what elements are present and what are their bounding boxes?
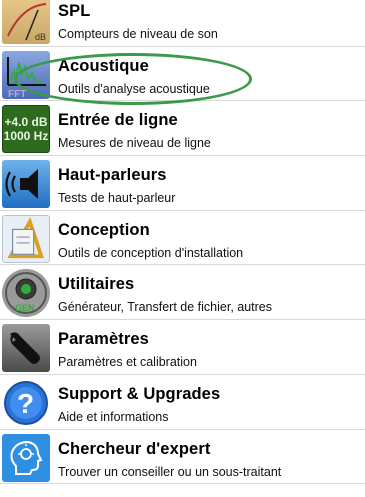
fft-analyzer-icon: FFT — [2, 50, 50, 99]
menu-item-parametres[interactable]: Paramètres Paramètres et calibration — [0, 320, 365, 375]
icon-frequency-text: 1000 Hz — [3, 129, 49, 144]
menu-item-chercheur-expert[interactable]: Chercheur d'expert Trouver un conseiller… — [0, 430, 365, 485]
svg-text:dB: dB — [35, 32, 46, 42]
menu-item-subtitle: Outils d'analyse acoustique — [58, 81, 210, 96]
menu-item-title: Paramètres — [58, 330, 149, 349]
menu-item-conception[interactable]: Conception Outils de conception d'instal… — [0, 211, 365, 266]
menu-item-entree-de-ligne[interactable]: +4.0 dB 1000 Hz Entrée de ligne Mesures … — [0, 101, 365, 157]
menu-item-subtitle: Générateur, Transfert de fichier, autres — [58, 300, 273, 315]
menu-item-title: SPL — [58, 2, 91, 20]
line-level-display-icon: +4.0 dB 1000 Hz — [2, 105, 50, 154]
utilities-gen-icon: GEN — [2, 269, 50, 318]
icon-gen-text: GEN — [15, 303, 35, 313]
design-tools-icon — [2, 214, 50, 263]
menu-item-support-upgrades[interactable]: ? Support & Upgrades Aide et information… — [0, 375, 365, 430]
menu-item-title: Support & Upgrades — [58, 384, 221, 403]
menu-item-subtitle: Outils de conception d'installation — [58, 245, 244, 260]
spl-meter-icon: dB — [2, 0, 50, 44]
menu-item-subtitle: Paramètres et calibration — [58, 355, 197, 370]
menu-item-subtitle: Tests de haut-parleur — [58, 191, 176, 206]
menu-item-title: Entrée de ligne — [58, 111, 178, 130]
wrench-icon — [2, 324, 50, 373]
menu-item-subtitle: Mesures de niveau de ligne — [58, 136, 211, 151]
menu-item-title: Chercheur d'expert — [58, 439, 211, 458]
svg-text:?: ? — [17, 388, 34, 419]
menu-item-acoustique[interactable]: FFT Acoustique Outils d'analyse acoustiq… — [0, 47, 365, 102]
menu-item-subtitle: Compteurs de niveau de son — [58, 27, 218, 41]
menu-item-subtitle: Aide et informations — [58, 409, 169, 424]
menu-item-utilitaires[interactable]: GEN Utilitaires Générateur, Transfert de… — [0, 265, 365, 321]
menu-item-haut-parleurs[interactable]: Haut-parleurs Tests de haut-parleur — [0, 156, 365, 211]
help-question-icon: ? — [2, 379, 50, 427]
menu-item-spl[interactable]: dB SPL Compteurs de niveau de son — [0, 0, 365, 47]
svg-text:FFT: FFT — [8, 89, 26, 99]
menu-list: dB SPL Compteurs de niveau de son FFT Ac… — [0, 0, 365, 485]
menu-item-subtitle: Trouver un conseiller ou un sous-traitan… — [58, 464, 282, 479]
menu-item-title: Acoustique — [58, 56, 149, 75]
speaker-icon — [2, 160, 50, 209]
menu-item-title: Conception — [58, 220, 150, 239]
menu-item-title: Haut-parleurs — [58, 166, 167, 185]
lightbulb-head-icon — [2, 433, 50, 482]
icon-level-text: +4.0 dB — [4, 114, 48, 129]
menu-item-title: Utilitaires — [58, 275, 135, 294]
